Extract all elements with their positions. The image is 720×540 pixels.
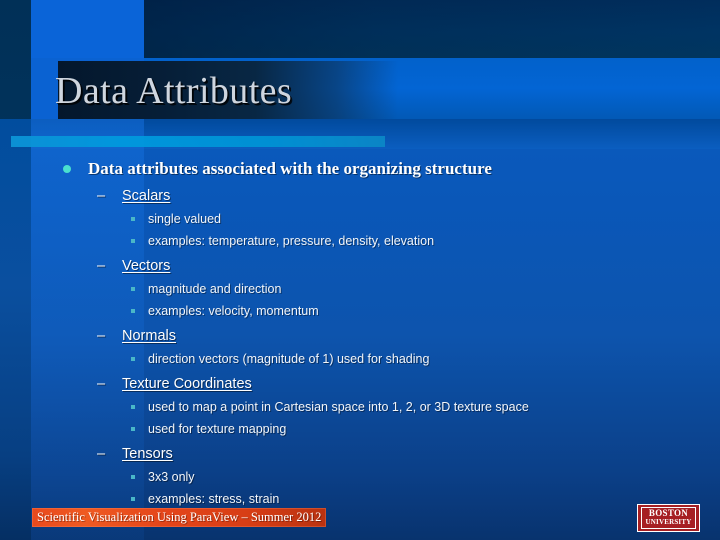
logo-inner-frame: BOSTON UNIVERSITY <box>640 507 697 529</box>
attribute-group-texture-coordinates: – Texture Coordinates used to map a poin… <box>0 374 720 438</box>
square-bullet-icon <box>131 217 135 221</box>
square-bullet-icon <box>131 405 135 409</box>
level3-item-row: examples: velocity, momentum <box>0 302 720 320</box>
level3-item-text: magnitude and direction <box>148 282 282 296</box>
footer-text: Scientific Visualization Using ParaView … <box>37 510 322 524</box>
attribute-group-tensors: – Tensors 3x3 only examples: stress, str… <box>0 444 720 508</box>
level2-heading-text: Scalars <box>122 188 171 204</box>
level2-heading-row: – Scalars <box>0 186 720 206</box>
level3-item-row: used to map a point in Cartesian space i… <box>0 398 720 416</box>
level3-item-row: 3x3 only <box>0 468 720 486</box>
dash-bullet-icon: – <box>97 376 106 392</box>
level3-item-row: used for texture mapping <box>0 420 720 438</box>
slide-content: Data attributes associated with the orga… <box>0 158 720 508</box>
attribute-group-scalars: – Scalars single valued examples: temper… <box>0 186 720 250</box>
square-bullet-icon <box>131 287 135 291</box>
level2-heading-text: Texture Coordinates <box>122 376 252 392</box>
level3-item-text: used for texture mapping <box>148 422 287 436</box>
logo-line-boston: BOSTON <box>648 508 689 518</box>
level3-item-text: used to map a point in Cartesian space i… <box>148 400 529 414</box>
level3-item-row: magnitude and direction <box>0 280 720 298</box>
level3-item-text: examples: temperature, pressure, density… <box>148 234 435 248</box>
level3-item-text: 3x3 only <box>148 470 195 484</box>
level2-heading-text: Tensors <box>122 446 173 462</box>
logo-line-university: UNIVERSITY <box>645 518 692 526</box>
attribute-group-normals: – Normals direction vectors (magnitude o… <box>0 326 720 368</box>
dash-bullet-icon: – <box>97 188 106 204</box>
square-bullet-icon <box>131 309 135 313</box>
square-bullet-icon <box>131 475 135 479</box>
level2-heading-row: – Vectors <box>0 256 720 276</box>
level3-item-text: direction vectors (magnitude of 1) used … <box>148 352 430 366</box>
level2-heading-row: – Normals <box>0 326 720 346</box>
level3-item-row: direction vectors (magnitude of 1) used … <box>0 350 720 368</box>
level2-heading-row: – Texture Coordinates <box>0 374 720 394</box>
attribute-group-vectors: – Vectors magnitude and direction exampl… <box>0 256 720 320</box>
boston-university-logo: BOSTON UNIVERSITY <box>637 504 700 532</box>
level3-item-row: examples: temperature, pressure, density… <box>0 232 720 250</box>
square-bullet-icon <box>131 239 135 243</box>
footer-banner: Scientific Visualization Using ParaView … <box>32 508 327 527</box>
title-accent-bar <box>11 136 385 147</box>
level1-bullet-text: Data attributes associated with the orga… <box>88 159 492 178</box>
level3-item-text: single valued <box>148 212 221 226</box>
disc-bullet-icon <box>63 165 71 173</box>
page-title: Data Attributes <box>55 70 293 112</box>
square-bullet-icon <box>131 427 135 431</box>
header-right-shade <box>144 0 720 58</box>
dash-bullet-icon: – <box>97 328 106 344</box>
level3-item-text: examples: stress, strain <box>148 492 280 506</box>
level3-item-row: single valued <box>0 210 720 228</box>
level2-heading-row: – Tensors <box>0 444 720 464</box>
dash-bullet-icon: – <box>97 446 106 462</box>
level1-bullet-row: Data attributes associated with the orga… <box>0 158 720 180</box>
level3-item-text: examples: velocity, momentum <box>148 304 319 318</box>
dash-bullet-icon: – <box>97 258 106 274</box>
level2-heading-text: Normals <box>122 328 176 344</box>
square-bullet-icon <box>131 357 135 361</box>
presentation-slide: Data Attributes Data attributes associat… <box>0 0 720 540</box>
level2-heading-text: Vectors <box>122 258 171 274</box>
square-bullet-icon <box>131 497 135 501</box>
level3-item-row: examples: stress, strain <box>0 490 720 508</box>
